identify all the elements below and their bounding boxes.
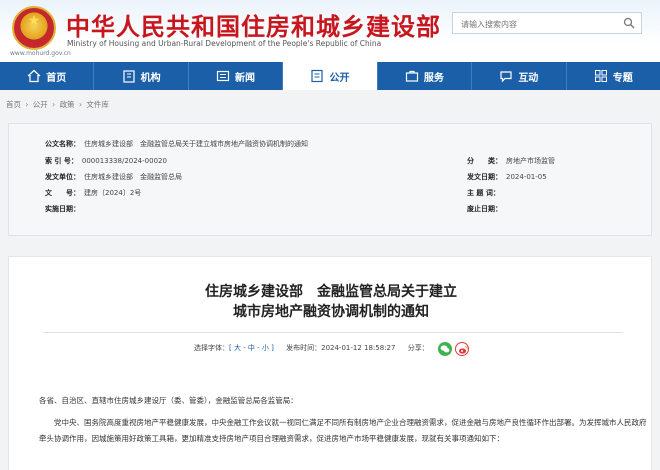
- font-size-label: 选择字体：: [194, 344, 229, 352]
- chat-icon: [500, 71, 512, 83]
- meta-row-doc-name: 公文名称： 住房城乡建设部 金融监管总局关于建立城市房地产融资协调机制的通知: [45, 139, 308, 149]
- doc-number-value: 建房〔2024〕2号: [84, 189, 142, 197]
- title-divider: [43, 332, 623, 333]
- building-icon: [123, 70, 135, 83]
- main-nav: 首页 机构 新闻 公开 服务 互动 专题: [0, 62, 660, 90]
- site-url: www.mohurd.gov.cn: [10, 50, 71, 57]
- breadcrumb-separator: ›: [78, 100, 82, 109]
- nav-item-interact[interactable]: 互动: [472, 62, 567, 90]
- nav-label: 公开: [329, 72, 350, 84]
- issuer-label: 发文单位：: [45, 173, 80, 181]
- nav-item-topic[interactable]: 专题: [567, 62, 660, 90]
- home-icon: [27, 69, 41, 83]
- document-metadata-panel: 公文名称： 住房城乡建设部 金融监管总局关于建立城市房地产融资协调机制的通知 索 …: [8, 123, 652, 236]
- news-icon: [216, 70, 230, 82]
- article-panel: 住房城乡建设部 金融监管总局关于建立 城市房地产融资协调机制的通知 选择字体：[…: [8, 256, 652, 470]
- article-salutation: 各省、自治区、直辖市住房城乡建设厅（委、管委），金融监管总局各监管局：: [39, 396, 298, 405]
- search-icon[interactable]: [623, 17, 635, 29]
- doc-name-label: 公文名称：: [45, 140, 80, 148]
- topic-icon: [594, 70, 607, 82]
- article-title-line1: 住房城乡建设部 金融监管总局关于建立: [205, 284, 457, 300]
- nav-label: 新闻: [235, 72, 256, 84]
- meta-row-category: 分 类： 房地产市场监管: [467, 156, 555, 166]
- doc-number-label: 文 号：: [45, 189, 80, 197]
- index-value: 000013338/2024-00020: [81, 157, 167, 165]
- nav-item-service[interactable]: 服务: [378, 62, 473, 90]
- nav-label: 专题: [612, 72, 633, 84]
- font-size-switch[interactable]: [ 大 - 中 - 小 ]: [229, 344, 274, 352]
- nav-item-news[interactable]: 新闻: [189, 62, 284, 90]
- doc-name-value: 住房城乡建设部 金融监管总局关于建立城市房地产融资协调机制的通知: [84, 140, 308, 148]
- meta-row-issue-date: 发文日期： 2024-01-05: [467, 172, 547, 182]
- breadcrumb-public[interactable]: 公开: [33, 100, 48, 109]
- publish-time-label: 发布时间：: [286, 344, 322, 352]
- nav-label: 机构: [140, 72, 161, 84]
- meta-row-effective-date: 实施日期：: [45, 204, 84, 214]
- publish-icon: [311, 69, 324, 83]
- breadcrumb-home[interactable]: 首页: [6, 100, 21, 109]
- service-icon: [405, 70, 418, 82]
- breadcrumb: 首页 › 公开 › 政策 › 文件库: [6, 99, 111, 110]
- weibo-share-icon[interactable]: [455, 342, 469, 356]
- search-input[interactable]: [459, 15, 613, 33]
- meta-row-expiry-date: 废止日期：: [467, 204, 506, 214]
- breadcrumb-file-library[interactable]: 文件库: [86, 100, 109, 109]
- issuer-value: 住房城乡建设部 金融监管总局: [84, 173, 182, 181]
- national-emblem-logo[interactable]: ★: [12, 6, 56, 50]
- breadcrumb-separator: ›: [52, 100, 56, 109]
- search-box: [452, 12, 642, 34]
- breadcrumb-separator: ›: [25, 100, 29, 109]
- article-meta: 选择字体：[ 大 - 中 - 小 ] 发布时间：2024-01-12 18:58…: [194, 343, 429, 353]
- nav-item-organization[interactable]: 机构: [94, 62, 189, 90]
- meta-row-keywords: 主 题 词：: [467, 188, 504, 198]
- nav-item-publish[interactable]: 公开: [283, 62, 378, 90]
- share-label: 分享：: [407, 344, 429, 352]
- category-label: 分 类：: [467, 157, 502, 165]
- nav-label: 互动: [518, 72, 539, 84]
- index-label: 索 引 号：: [45, 157, 78, 165]
- effective-date-label: 实施日期：: [45, 205, 80, 213]
- issue-date-label: 发文日期：: [467, 173, 502, 181]
- site-title[interactable]: 中华人民共和国住房和城乡建设部: [66, 7, 441, 42]
- meta-row-issuer: 发文单位： 住房城乡建设部 金融监管总局: [45, 172, 182, 182]
- wechat-share-icon[interactable]: [438, 342, 452, 356]
- breadcrumb-policy[interactable]: 政策: [60, 100, 75, 109]
- publish-time-value: 2024-01-12 18:58:27: [321, 344, 396, 352]
- nav-label: 首页: [46, 72, 67, 84]
- nav-label: 服务: [423, 72, 444, 84]
- site-header: ★ www.mohurd.gov.cn 中华人民共和国住房和城乡建设部 Mini…: [0, 0, 660, 62]
- meta-row-doc-number: 文 号： 建房〔2024〕2号: [45, 188, 141, 198]
- issue-date-value: 2024-01-05: [506, 173, 547, 181]
- site-subtitle: Ministry of Housing and Urban-Rural Deve…: [67, 39, 382, 48]
- keywords-label: 主 题 词：: [467, 189, 500, 197]
- article-title-line2: 城市房地产融资协调机制的通知: [233, 304, 429, 320]
- category-value: 房地产市场监管: [506, 157, 555, 165]
- nav-item-home[interactable]: 首页: [0, 62, 95, 90]
- expiry-date-label: 废止日期：: [467, 205, 502, 213]
- meta-row-index: 索 引 号： 000013338/2024-00020: [45, 156, 167, 166]
- article-paragraph: 党中央、国务院高度重视房地产平稳健康发展，中央金融工作会议就一视同仁满足不同所有…: [39, 418, 647, 443]
